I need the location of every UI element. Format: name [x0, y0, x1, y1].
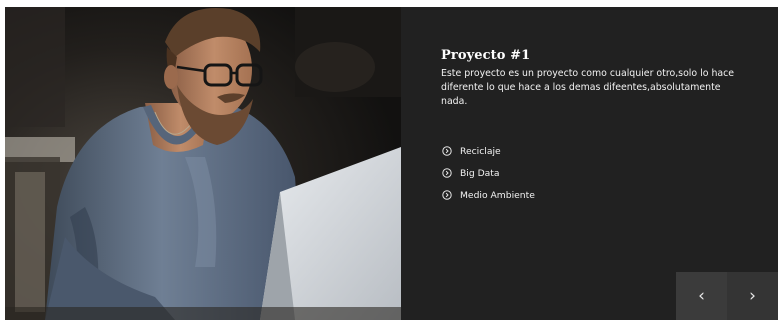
previous-slide-button[interactable]: ‹: [676, 272, 727, 320]
project-slider-frame: Proyecto #1 Este proyecto es un proyecto…: [0, 0, 782, 320]
next-slide-button[interactable]: ›: [727, 272, 778, 320]
circle-chevron-right-icon: [442, 190, 452, 200]
man-with-laptop-image: [5, 7, 401, 320]
feature-item-medio-ambiente: Medio Ambiente: [442, 184, 535, 206]
feature-label: Big Data: [460, 167, 500, 179]
circle-chevron-right-icon: [442, 146, 452, 156]
circle-chevron-right-icon: [442, 168, 452, 178]
project-photo: [5, 7, 401, 320]
feature-item-reciclaje: Reciclaje: [442, 140, 535, 162]
slider-navigation: ‹ ›: [676, 272, 778, 320]
project-slide: Proyecto #1 Este proyecto es un proyecto…: [5, 7, 778, 320]
project-feature-list: Reciclaje Big Data Medio Ambiente: [442, 140, 535, 206]
feature-label: Medio Ambiente: [460, 189, 535, 201]
project-info-panel: Proyecto #1 Este proyecto es un proyecto…: [401, 7, 778, 320]
feature-label: Reciclaje: [460, 145, 501, 157]
project-description: Este proyecto es un proyecto como cualqu…: [441, 68, 735, 107]
project-title: Proyecto #1: [441, 48, 531, 63]
feature-item-big-data: Big Data: [442, 162, 535, 184]
